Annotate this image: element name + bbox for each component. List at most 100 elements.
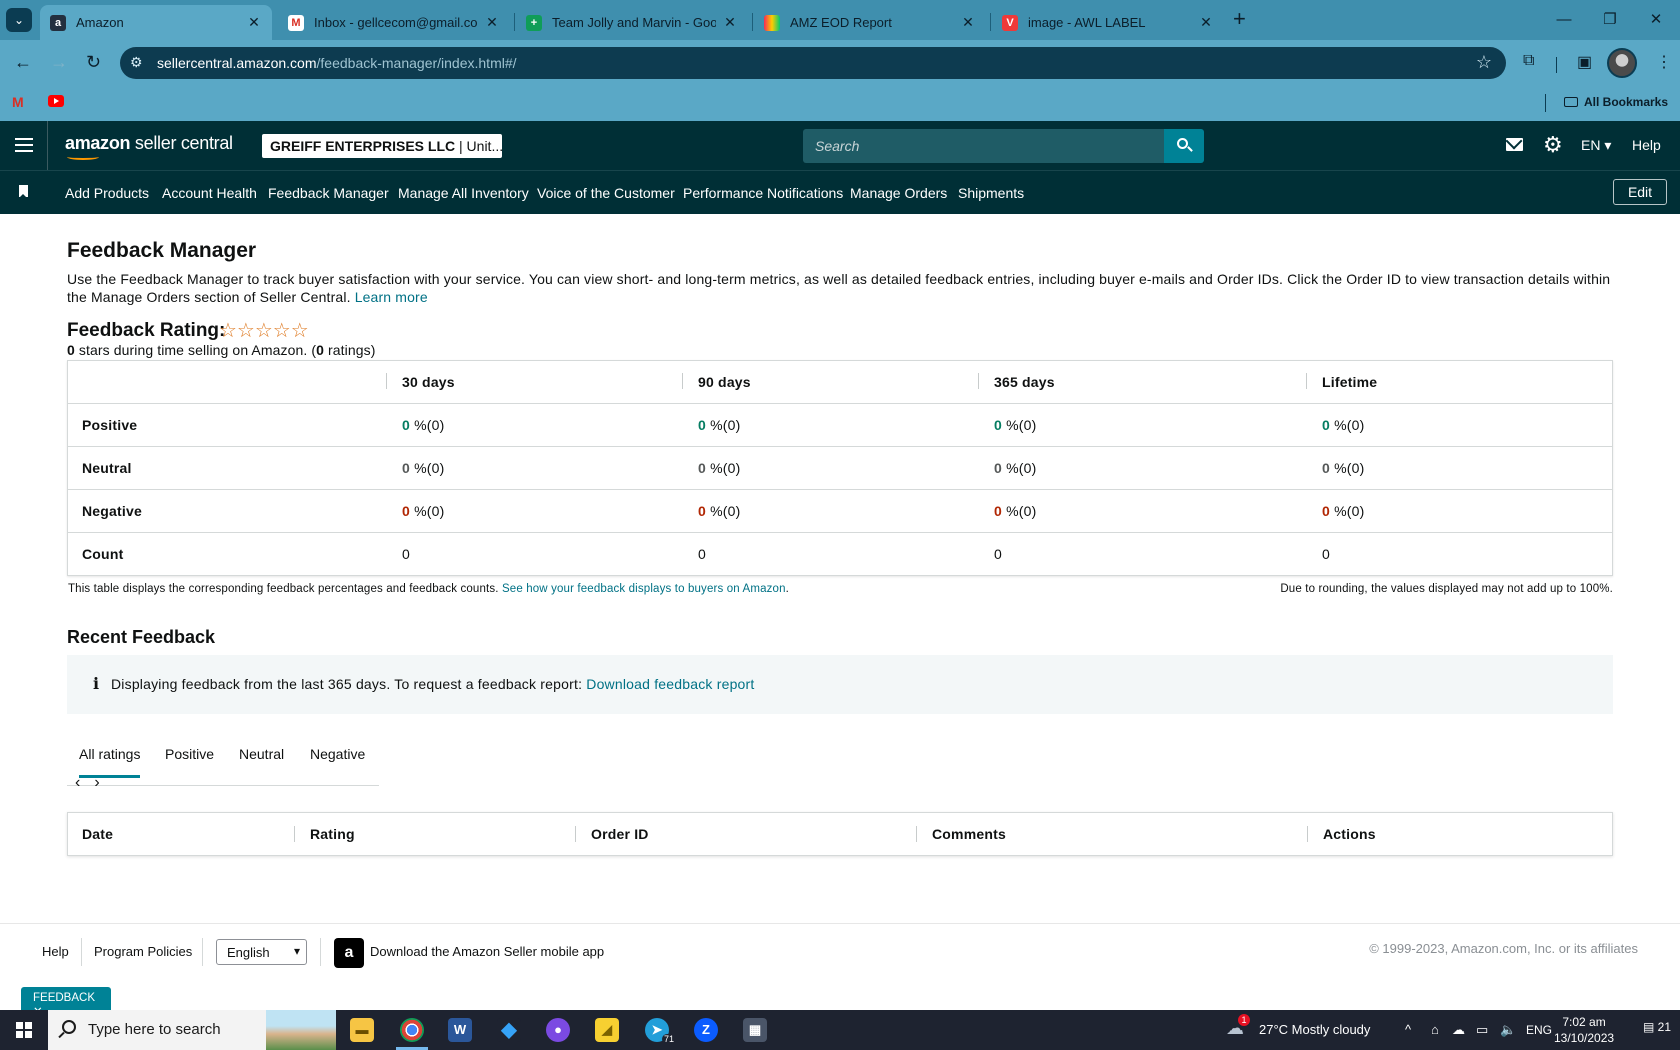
new-tab-button[interactable]: + [1233, 6, 1246, 32]
browser-tab-amazon[interactable]: a Amazon ✕ [40, 5, 272, 40]
minimize-button[interactable]: — [1541, 0, 1587, 40]
nav-performance-notifications[interactable]: Performance Notifications [683, 185, 843, 201]
network-icon[interactable]: ▭ [1476, 1022, 1488, 1038]
close-icon[interactable]: ✕ [1198, 14, 1214, 31]
column-header: Order ID [591, 826, 649, 842]
mail-icon[interactable] [1506, 138, 1523, 151]
monday-icon [764, 14, 780, 31]
nav-feedback-manager[interactable]: Feedback Manager [268, 185, 389, 201]
edit-nav-button[interactable]: Edit [1613, 179, 1667, 205]
close-icon[interactable]: ✕ [484, 14, 500, 31]
reload-icon[interactable]: ↻ [86, 52, 101, 73]
chevron-left-icon[interactable]: ‹ [75, 774, 80, 791]
gear-icon[interactable]: ⚙ [1543, 132, 1563, 158]
table-cell: 0 %(0) [402, 460, 445, 476]
tab-search-button[interactable]: ⌄ [6, 8, 32, 32]
account-switcher[interactable]: GREIFF ENTERPRISES LLC | Unit... [262, 134, 502, 158]
nav-shipments[interactable]: Shipments [958, 185, 1024, 201]
taskbar-search[interactable]: Type here to search [48, 1010, 336, 1050]
table-cell: 0 %(0) [1322, 460, 1365, 476]
youtube-bookmark-icon[interactable] [48, 95, 64, 107]
nav-manage-all-inventory[interactable]: Manage All Inventory [398, 185, 529, 201]
language-menu[interactable]: EN ▾ [1581, 137, 1611, 154]
windows-start-icon[interactable] [16, 1022, 32, 1038]
pagination: ‹ › [75, 774, 114, 792]
table-cell: 0 [402, 546, 410, 562]
all-bookmarks-button[interactable]: All Bookmarks [1564, 95, 1668, 109]
column-header: Comments [932, 826, 1006, 842]
volume-icon[interactable]: 🔈 [1500, 1022, 1516, 1038]
hamburger-menu-icon[interactable] [15, 138, 33, 152]
sync-app-icon[interactable]: ◆ [497, 1018, 521, 1042]
browser-tab-eod-report[interactable]: AMZ EOD Report ✕ [754, 5, 986, 40]
table-row-count: Count 0 0 0 0 [68, 532, 1612, 575]
download-report-link[interactable]: Download feedback report [586, 676, 754, 692]
tab-positive[interactable]: Positive [165, 746, 214, 762]
side-panel-icon[interactable]: ▣ [1577, 52, 1592, 72]
tab-title: image - AWL LABEL [1028, 15, 1146, 30]
notifications-icon[interactable]: ▤ 21 [1643, 1020, 1671, 1034]
amazon-app-icon[interactable]: a [334, 938, 364, 968]
onedrive-icon[interactable]: ☁ [1452, 1022, 1465, 1038]
browser-tab-sheets[interactable]: + Team Jolly and Marvin - Googl ✕ [516, 5, 748, 40]
copyright: © 1999-2023, Amazon.com, Inc. or its aff… [1369, 941, 1638, 956]
chevron-up-icon[interactable]: ^ [1405, 1022, 1411, 1037]
page-footer: Help Program Policies English a Download… [0, 923, 1680, 1010]
tab-negative[interactable]: Negative [310, 746, 365, 762]
tab-title: Amazon [76, 15, 124, 30]
learn-more-link[interactable]: Learn more [355, 289, 428, 305]
nav-voice-of-customer[interactable]: Voice of the Customer [537, 185, 675, 201]
search-icon [62, 1020, 76, 1034]
zoom-icon[interactable]: Z [694, 1018, 718, 1042]
nav-manage-orders[interactable]: Manage Orders [850, 185, 947, 201]
star-rating: ☆☆☆☆☆ [219, 320, 309, 342]
sticky-notes-icon[interactable]: ◢ [595, 1018, 619, 1042]
file-explorer-icon[interactable]: ▬ [350, 1018, 374, 1042]
window-close-button[interactable]: ✕ [1633, 0, 1679, 40]
footer-help-link[interactable]: Help [42, 944, 69, 959]
weather-text[interactable]: 27°C Mostly cloudy [1259, 1022, 1370, 1037]
meet-icon[interactable]: ⌂ [1431, 1022, 1439, 1037]
chat-app-icon[interactable]: ● [546, 1018, 570, 1042]
input-language[interactable]: ENG [1526, 1023, 1552, 1037]
more-menu-icon[interactable]: ⋮ [1656, 52, 1672, 72]
close-icon[interactable]: ✕ [960, 14, 976, 31]
tab-neutral[interactable]: Neutral [239, 746, 284, 762]
bookmark-icon[interactable] [19, 185, 28, 198]
program-policies-link[interactable]: Program Policies [94, 944, 192, 959]
bookmark-star-icon[interactable]: ☆ [1476, 52, 1492, 73]
gmail-bookmark-icon[interactable]: M [12, 94, 24, 110]
system-clock[interactable]: 7:02 am 13/10/2023 [1554, 1014, 1614, 1046]
calculator-icon[interactable]: ▦ [743, 1018, 767, 1042]
browser-tab-gmail[interactable]: M Inbox - gellcecom@gmail.com ✕ [278, 5, 510, 40]
forward-icon[interactable]: → [50, 52, 68, 73]
address-bar[interactable]: ⚙ sellercentral.amazon.com/feedback-mana… [120, 47, 1506, 79]
help-link[interactable]: Help [1632, 137, 1661, 153]
chevron-right-icon[interactable]: › [94, 774, 99, 791]
chrome-icon[interactable] [396, 1018, 428, 1050]
close-icon[interactable]: ✕ [246, 14, 262, 31]
download-app-link[interactable]: Download the Amazon Seller mobile app [370, 944, 604, 959]
restore-button[interactable]: ❐ [1587, 0, 1633, 40]
close-icon[interactable]: ✕ [722, 14, 738, 31]
buyer-display-link[interactable]: See how your feedback displays to buyers… [502, 583, 786, 595]
tab-title: Inbox - gellcecom@gmail.com [314, 15, 478, 30]
feedback-widget-tab[interactable]: FEEDBACK ✕ [21, 987, 111, 1018]
site-info-icon[interactable]: ⚙ [130, 54, 143, 71]
nav-account-health[interactable]: Account Health [162, 185, 257, 201]
search-button[interactable] [1164, 129, 1204, 163]
table-cell: 0 [994, 546, 1002, 562]
profile-avatar[interactable] [1607, 48, 1637, 78]
word-icon[interactable]: W [448, 1018, 472, 1042]
seller-central-logo[interactable]: amazon seller central [65, 133, 233, 160]
back-icon[interactable]: ← [14, 52, 32, 73]
url-text[interactable]: sellercentral.amazon.com/feedback-manage… [157, 55, 517, 71]
browser-tab-awl-label[interactable]: V image - AWL LABEL ✕ [992, 5, 1224, 40]
search-input[interactable]: Search [803, 129, 1164, 163]
extensions-icon[interactable]: ⧉ [1523, 52, 1534, 70]
tab-divider [990, 13, 991, 31]
nav-add-products[interactable]: Add Products [65, 185, 149, 201]
info-alert: i Displaying feedback from the last 365 … [67, 655, 1613, 714]
table-cell: 0 %(0) [698, 417, 741, 433]
language-select[interactable]: English [216, 939, 307, 965]
